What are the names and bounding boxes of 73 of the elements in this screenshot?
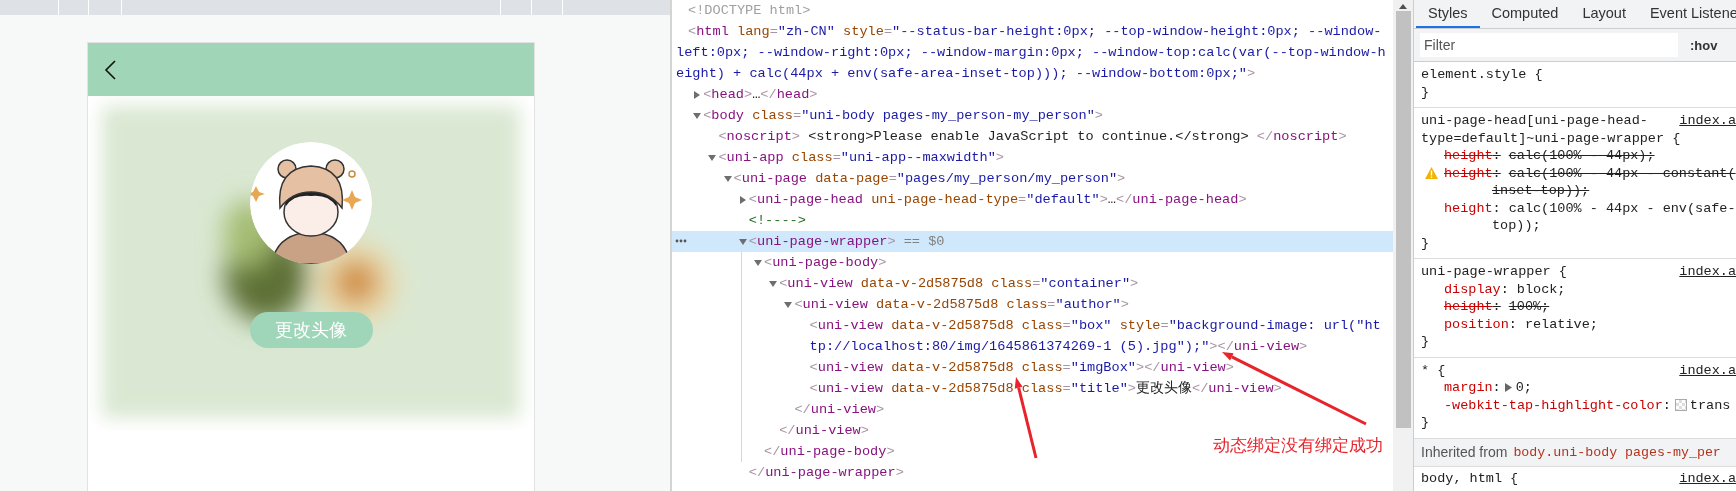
css-property: -webkit-tap-highlight-color: [1444, 396, 1671, 414]
dom-node-row[interactable]: <uni-view data-v-2d5875d8 class="box" style="background-image: url("ht tp://localhost:80/img/1645861374269-1 (5).jpg");"></uni-view> [672, 315, 1393, 357]
css-property: margin: [1444, 379, 1501, 397]
css-selector: uni-page-head[uni-page-head- [1421, 112, 1648, 130]
css-value: calc(100% - 44px - env(safe- [1508, 199, 1736, 217]
collapse-triangle-icon[interactable] [708, 153, 717, 162]
css-value: 0; [1515, 379, 1532, 397]
css-value: top)); [1492, 217, 1542, 235]
closing-brace: } [1421, 333, 1431, 351]
dom-node-row[interactable]: <uni-app class="uni-app--maxwidth"> [672, 147, 1393, 168]
dom-node-row[interactable]: <body class="uni-body pages-my_person-my_person"> [672, 105, 1393, 126]
dom-node-row[interactable]: <uni-view data-v-2d5875d8 class="title">更改头像</uni-view> [672, 378, 1393, 399]
scroll-up-icon[interactable] [1399, 4, 1407, 9]
css-property: display: [1444, 280, 1509, 298]
collapse-triangle-icon[interactable] [769, 279, 778, 288]
source-link[interactable]: index.a [1679, 112, 1736, 130]
dom-node-row[interactable]: <uni-page-wrapper> == $0 [672, 231, 1393, 252]
dom-node-row[interactable]: <uni-view data-v-2d5875d8 class="imgBox"></uni-view> [672, 357, 1393, 378]
css-selector: body.uni-body pages-my_per [1513, 444, 1721, 460]
css-value: block; [1516, 280, 1566, 298]
closing-brace: } [1421, 83, 1431, 101]
css-selector: body, html { [1421, 469, 1519, 487]
styles-tab[interactable]: Layout [1570, 0, 1638, 28]
expand-triangle-icon[interactable] [738, 195, 747, 204]
css-selector: * { [1421, 361, 1446, 379]
closing-tag: </uni-page-wrapper> [748, 462, 904, 483]
back-icon[interactable] [104, 59, 116, 80]
styles-tab[interactable]: Computed [1479, 0, 1571, 28]
expand-triangle-icon[interactable] [1504, 383, 1512, 393]
css-property: height: [1444, 298, 1501, 316]
closing-brace: } [1421, 414, 1431, 432]
collapse-triangle-icon[interactable] [784, 300, 793, 309]
scrollbar-thumb[interactable] [1395, 11, 1411, 428]
css-value: inset-top)); [1492, 182, 1591, 200]
source-link[interactable]: index.a [1679, 361, 1736, 379]
dom-node-row[interactable]: <html lang="zh-CN" style="--status-bar-height:0px; --top-window-height:0px; --window- left:0px; --window-right:0px; --window-margin:0px; --window-top:calc(var(--top-window-h eight) + calc(44px + env(safe-area-inset-top))); --window-bottom:0px;"> [672, 21, 1393, 84]
dom-node-row[interactable]: <head>…</head> [672, 84, 1393, 105]
color-swatch[interactable] [1674, 399, 1687, 412]
css-value: trans [1689, 396, 1731, 414]
closing-tag: </uni-view> [794, 399, 885, 420]
dom-node-row[interactable]: <uni-view data-v-2d5875d8 class="author"> [672, 294, 1393, 315]
dom-node-row[interactable]: <!----> [672, 210, 1393, 231]
source-link[interactable]: index.a [1679, 263, 1736, 281]
source-link[interactable]: index.a [1679, 469, 1736, 487]
css-selector: element.style { [1421, 66, 1543, 84]
collapse-triangle-icon[interactable] [738, 237, 747, 246]
section-label: Inherited from [1421, 444, 1508, 460]
css-value: calc(100% - 44px); [1508, 147, 1655, 165]
expand-triangle-icon[interactable] [693, 90, 702, 99]
css-property: height: [1444, 147, 1501, 165]
css-property: height: [1444, 199, 1501, 217]
dom-node-row[interactable]: <uni-page-body> [672, 252, 1393, 273]
dom-node-row[interactable]: <uni-view data-v-2d5875d8 class="container"> [672, 273, 1393, 294]
collapse-triangle-icon[interactable] [693, 111, 702, 120]
css-value: 100%; [1508, 298, 1550, 316]
closing-tag: </uni-view> [779, 420, 869, 441]
css-property: position: [1444, 315, 1517, 333]
collapse-triangle-icon[interactable] [723, 174, 732, 183]
closing-tag: </uni-page-body> [764, 441, 895, 462]
more-icon[interactable] [675, 239, 687, 243]
filter-field[interactable]: Filter [1420, 33, 1678, 57]
css-selector: type=default]~uni-page-wrapper { [1421, 129, 1681, 147]
annotation-text: 动态绑定没有绑定成功 [1213, 434, 1383, 457]
dom-node-row[interactable]: <noscript> <strong>Please enable JavaScript to continue.</strong> </noscript> [672, 126, 1393, 147]
collapse-triangle-icon[interactable] [754, 258, 762, 267]
dom-node-row[interactable]: <uni-page-head uni-page-head-type="default">…</uni-page-head> [672, 189, 1393, 210]
css-selector: uni-page-wrapper { [1421, 263, 1567, 281]
css-value: relative; [1524, 315, 1598, 333]
dom-node-row[interactable]: <uni-page data-page="pages/my_person/my_person"> [672, 168, 1393, 189]
closing-brace: } [1421, 234, 1431, 252]
css-property: height: [1444, 164, 1501, 182]
css-value: calc(100% - 44px - constant( [1508, 164, 1736, 182]
hover-toggle[interactable]: :hov [1690, 37, 1718, 53]
